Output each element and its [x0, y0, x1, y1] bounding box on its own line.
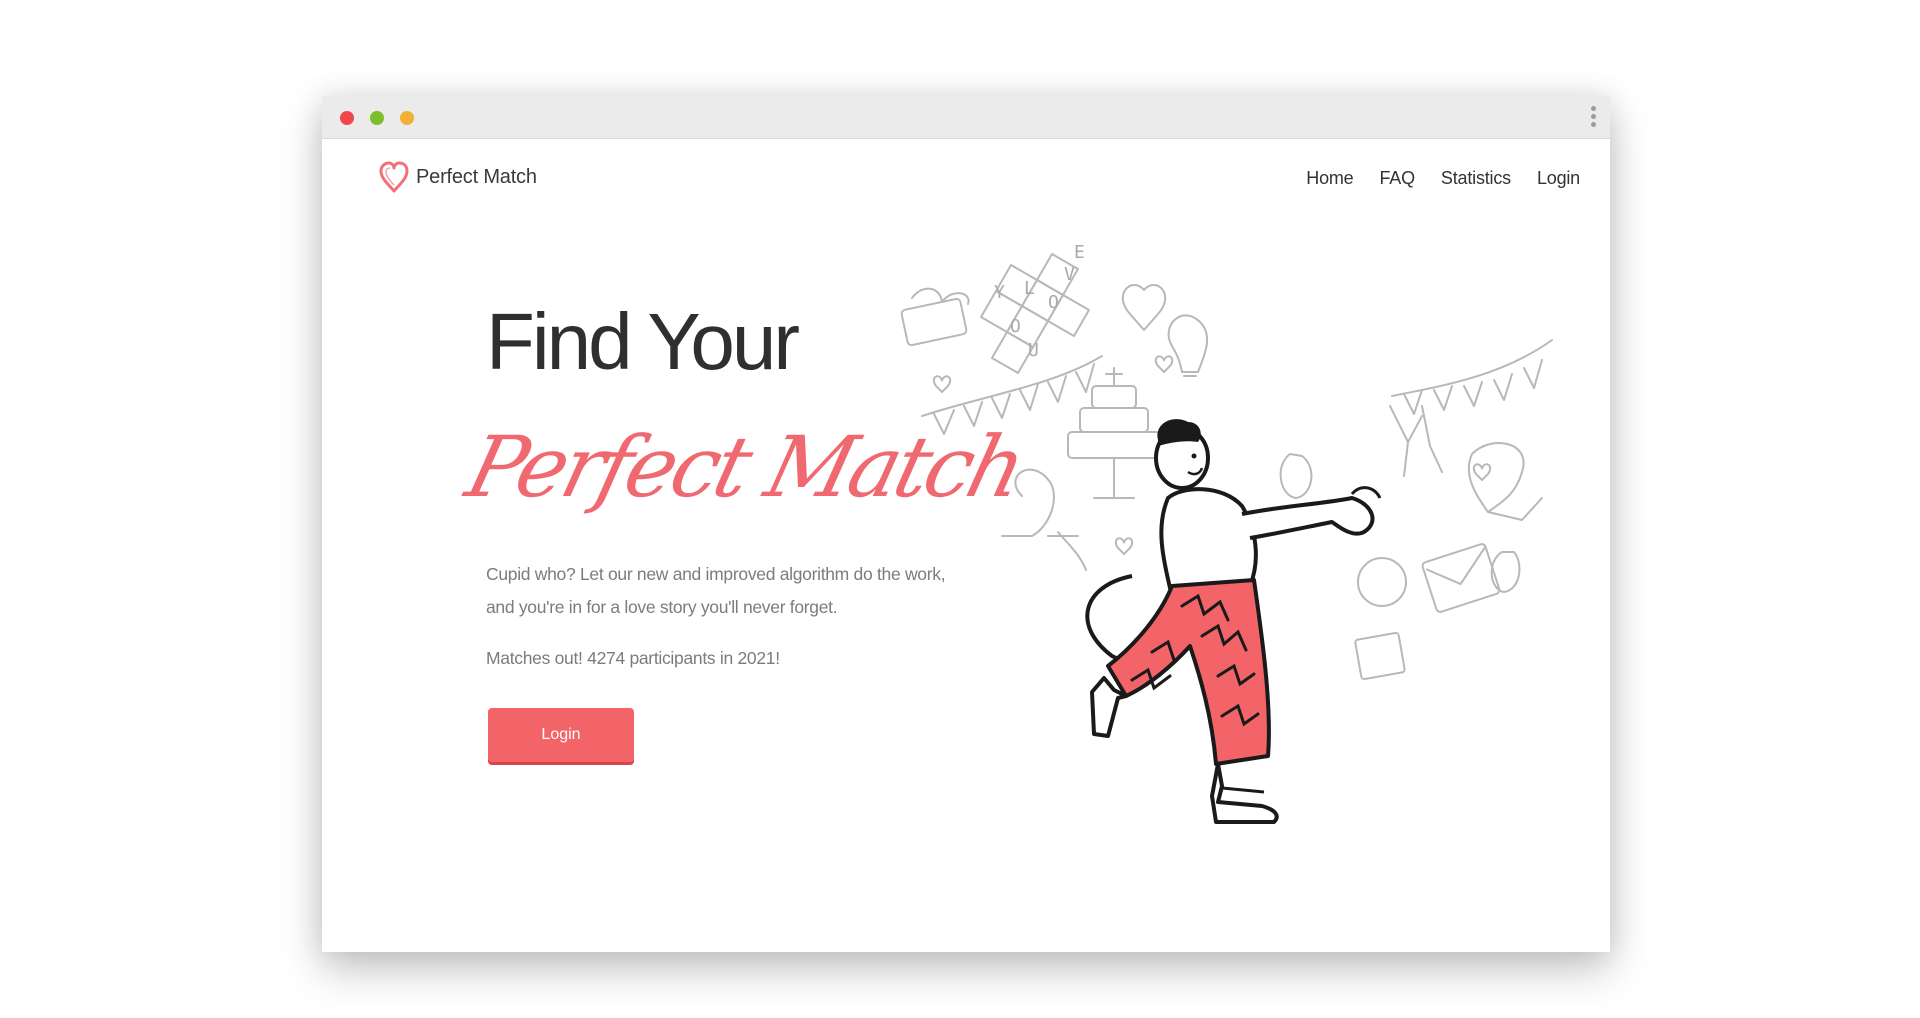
brand-logo[interactable]: Perfect Match: [378, 160, 537, 194]
champagne-glasses-doodle: [1389, 405, 1443, 477]
nav-statistics-link[interactable]: Statistics: [1441, 168, 1511, 189]
nav-links: Home FAQ Statistics Login: [1280, 168, 1580, 189]
hero-login-button[interactable]: Login: [488, 708, 634, 762]
heart-logo-icon: [379, 161, 409, 193]
strawberry-doodle: [1279, 453, 1313, 499]
tile-letter-o: O: [1048, 292, 1059, 313]
tile-letter-y: Y: [994, 282, 1005, 303]
small-gift-doodle: [1354, 631, 1406, 681]
kebab-menu-icon[interactable]: [1586, 104, 1600, 132]
wedding-cake-doodle: [1067, 367, 1161, 499]
tile-letter-e: E: [1074, 242, 1085, 263]
tile-letter-l: L: [1024, 278, 1035, 299]
strawberry2-doodle: [1490, 551, 1521, 593]
tile-letter-v: V: [1064, 264, 1075, 285]
envelope-doodle: [1421, 543, 1501, 613]
heart-balloon-doodle: [1121, 284, 1167, 331]
dancing-person: [1085, 419, 1382, 824]
dancing-person-illustration: L O V E Y O U: [900, 242, 1553, 824]
bunting-left-doodle: [921, 355, 1103, 435]
participants-stat: Matches out! 4274 participants in 2021!: [486, 648, 780, 668]
browser-window: Perfect Match Home FAQ Statistics Login …: [322, 96, 1610, 952]
bunting-right-doodle: [1391, 339, 1553, 415]
minimize-window-button[interactable]: [400, 111, 414, 125]
browser-titlebar: [322, 96, 1610, 139]
clock-doodle: [1357, 557, 1407, 607]
scarf-left-doodle: [1001, 468, 1087, 571]
brand-name: Perfect Match: [416, 165, 537, 188]
hero-headline: Find Your: [486, 297, 800, 386]
light-bulb-doodle: [1167, 314, 1209, 377]
maximize-window-button[interactable]: [370, 111, 384, 125]
site-navbar: Perfect Match Home FAQ Statistics Login: [322, 138, 1610, 218]
close-window-button[interactable]: [340, 111, 354, 125]
gift-box-doodle: [900, 287, 970, 347]
tile-letter-o2: O: [1010, 316, 1021, 337]
nav-login-link[interactable]: Login: [1537, 168, 1580, 189]
tile-letter-u: U: [1028, 340, 1039, 361]
nav-home-link[interactable]: Home: [1306, 168, 1353, 189]
nav-faq-link[interactable]: FAQ: [1380, 168, 1416, 189]
scarf-right-doodle: [1467, 442, 1543, 521]
